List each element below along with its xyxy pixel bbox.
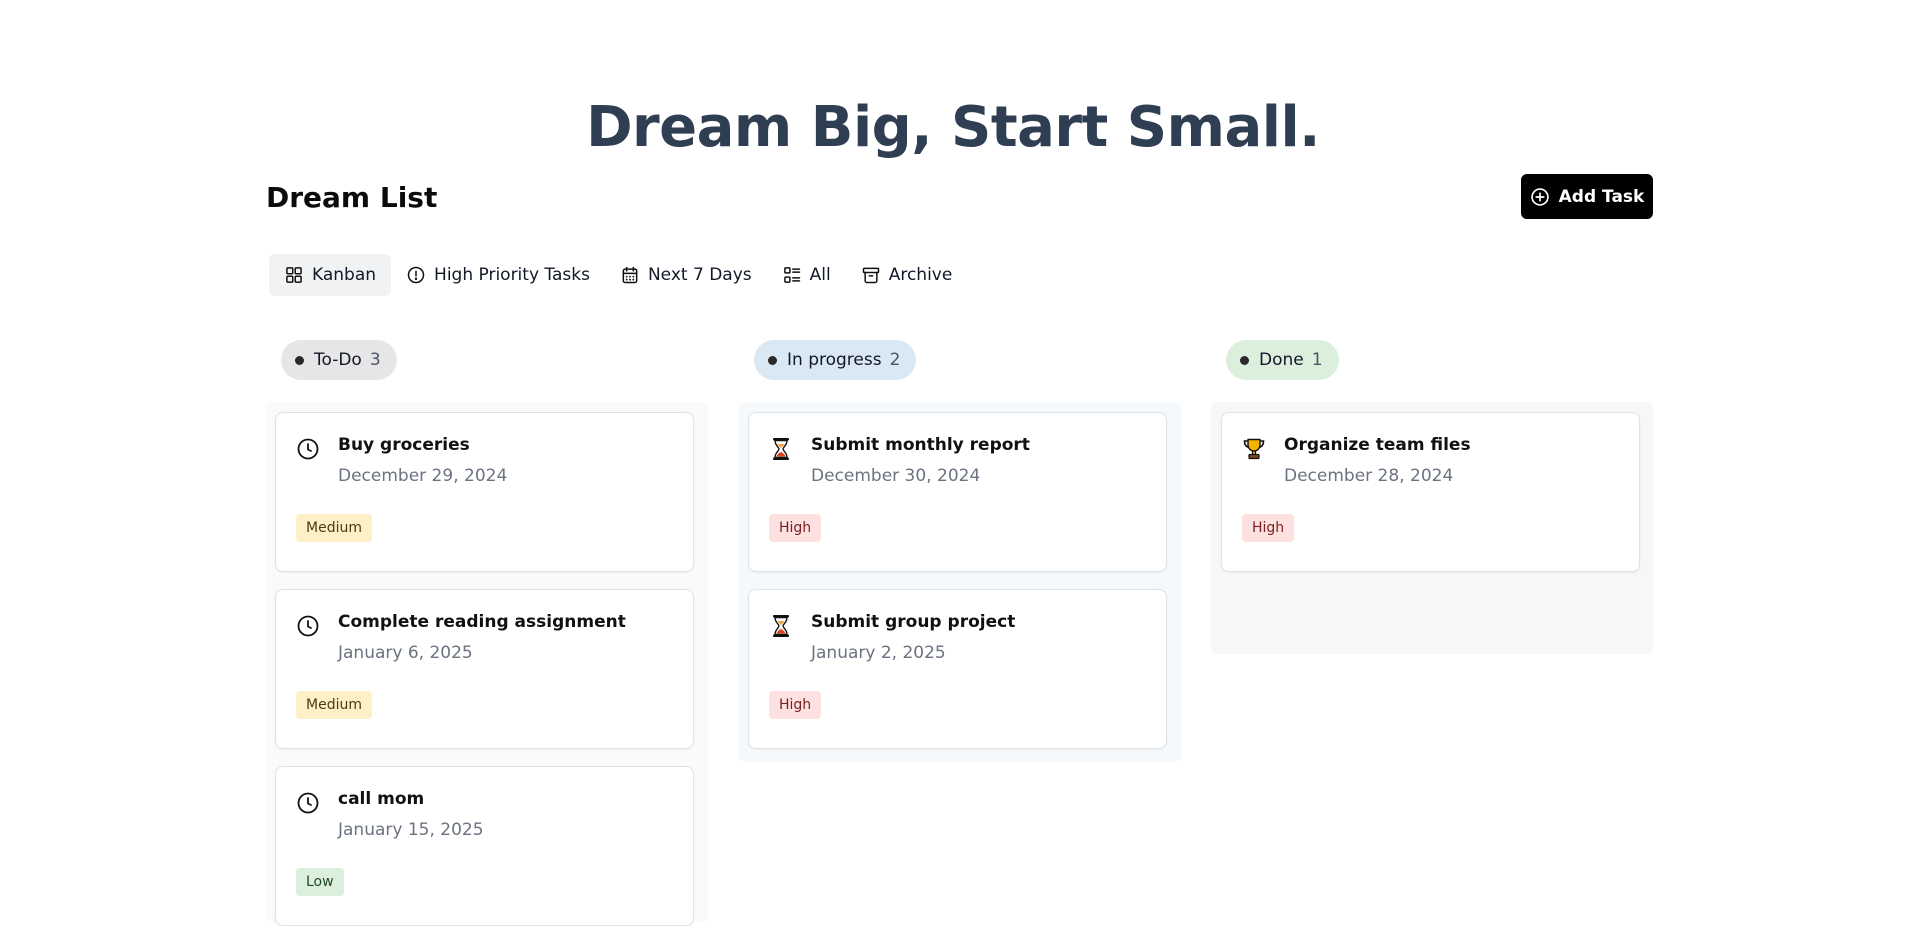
column-header-done: Done 1: [1226, 340, 1339, 380]
hourglass-icon: [769, 614, 793, 638]
status-dot: [768, 355, 777, 365]
task-date: December 29, 2024: [338, 466, 508, 486]
column-count: 3: [369, 350, 381, 370]
task-card[interactable]: Complete reading assignment January 6, 2…: [275, 589, 694, 749]
status-dot: [295, 355, 304, 365]
task-date: December 30, 2024: [811, 466, 981, 486]
calendar-icon: [620, 265, 640, 285]
hourglass-icon: [769, 437, 793, 461]
task-title: Buy groceries: [338, 435, 470, 455]
list-title: Dream List: [266, 181, 438, 214]
plus-circle-icon: [1530, 187, 1550, 207]
tab-label: High Priority Tasks: [434, 265, 590, 285]
tab-kanban[interactable]: Kanban: [269, 254, 392, 296]
priority-badge: Medium: [296, 691, 372, 719]
trophy-icon: [1242, 437, 1266, 461]
page-title: Dream Big, Start Small.: [586, 95, 1320, 160]
archive-icon: [861, 265, 881, 285]
task-date: January 15, 2025: [338, 820, 484, 840]
alert-circle-icon: [406, 265, 426, 285]
task-card[interactable]: Submit monthly report December 30, 2024 …: [748, 412, 1167, 572]
grid-icon: [284, 265, 304, 285]
clock-icon: [296, 791, 320, 815]
task-card[interactable]: Buy groceries December 29, 2024 Medium: [275, 412, 694, 572]
priority-badge: Low: [296, 868, 344, 896]
task-title: Organize team files: [1284, 435, 1471, 455]
column-title: In progress: [787, 350, 882, 370]
tab-label: Kanban: [312, 265, 377, 285]
tab-label: Next 7 Days: [647, 265, 752, 285]
tab-archive[interactable]: Archive: [846, 254, 968, 296]
task-card[interactable]: Submit group project January 2, 2025 Hig…: [748, 589, 1167, 749]
view-tabs: Kanban High Priority Tasks Next 7 Days A…: [269, 254, 967, 296]
priority-badge: High: [769, 514, 822, 542]
task-title: Submit group project: [811, 612, 1016, 632]
column-count: 1: [1311, 350, 1323, 370]
tab-label: All: [809, 265, 831, 285]
tab-all[interactable]: All: [767, 254, 846, 296]
status-dot: [1240, 355, 1249, 365]
tab-label: Archive: [888, 265, 953, 285]
task-date: January 2, 2025: [811, 643, 946, 663]
column-title: To-Do: [314, 350, 362, 370]
column-header-in-progress: In progress 2: [754, 340, 917, 380]
clock-icon: [296, 437, 320, 461]
clock-icon: [296, 614, 320, 638]
task-title: Complete reading assignment: [338, 612, 626, 632]
tab-high-priority[interactable]: High Priority Tasks: [391, 254, 605, 296]
priority-badge: Medium: [296, 514, 372, 542]
task-date: January 6, 2025: [338, 643, 473, 663]
priority-badge: High: [769, 691, 822, 719]
column-header-todo: To-Do 3: [281, 340, 397, 380]
tab-next-7-days[interactable]: Next 7 Days: [605, 254, 767, 296]
column-title: Done: [1259, 350, 1304, 370]
task-card[interactable]: Organize team files December 28, 2024 Hi…: [1221, 412, 1640, 572]
task-card[interactable]: call mom January 15, 2025 Low: [275, 766, 694, 926]
task-title: call mom: [338, 789, 425, 809]
task-title: Submit monthly report: [811, 435, 1030, 455]
list-icon: [782, 265, 802, 285]
add-task-button[interactable]: Add Task: [1521, 174, 1653, 219]
task-date: December 28, 2024: [1284, 466, 1454, 486]
priority-badge: High: [1242, 514, 1295, 542]
add-task-label: Add Task: [1558, 186, 1645, 207]
column-count: 2: [889, 350, 901, 370]
